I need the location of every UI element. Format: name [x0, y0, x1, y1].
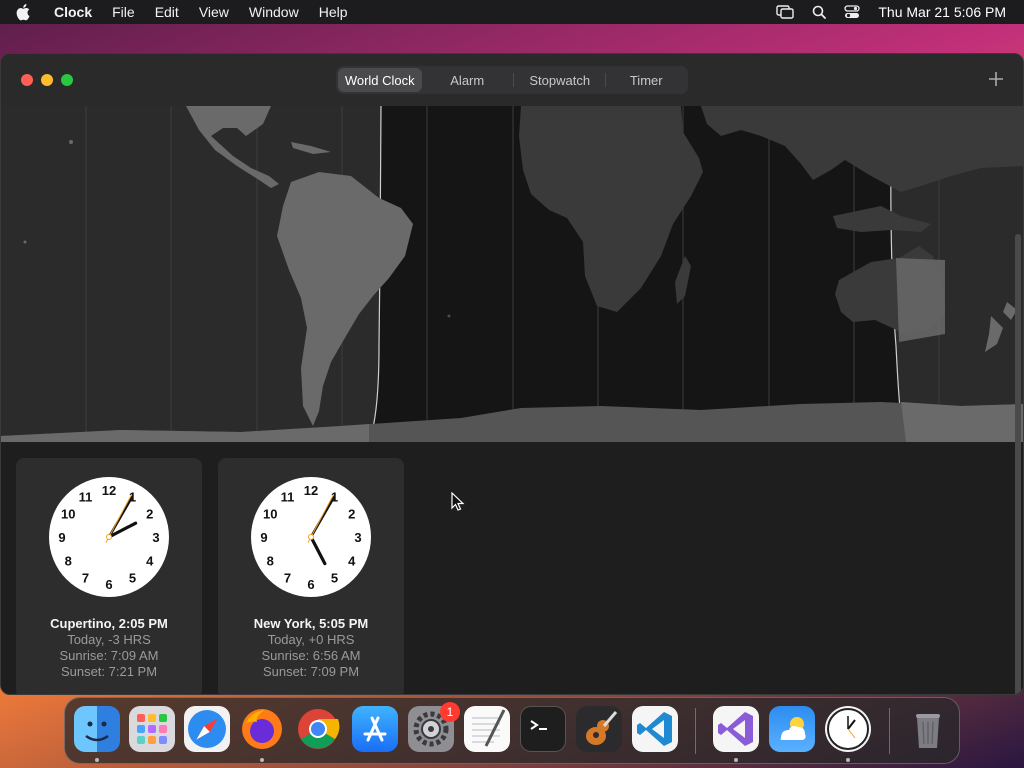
running-indicator: [95, 758, 99, 762]
menu-app-name[interactable]: Clock: [54, 4, 92, 20]
clock-sunset: Sunset: 7:21 PM: [60, 664, 158, 679]
clock-number: 9: [58, 530, 65, 545]
add-clock-button[interactable]: [987, 70, 1005, 88]
clock-number: 12: [304, 483, 318, 498]
clock-number: 8: [267, 554, 274, 569]
dock-separator: [889, 708, 890, 754]
dock: 1: [64, 697, 960, 764]
visual-studio-icon[interactable]: [713, 706, 759, 752]
clock-number: 3: [152, 530, 159, 545]
clock-number: 4: [348, 554, 356, 569]
clock-number: 11: [79, 489, 93, 504]
clock-center-pin: [106, 534, 112, 540]
minimize-button[interactable]: [41, 74, 53, 86]
tab-world-clock[interactable]: World Clock: [338, 68, 422, 92]
clock-number: 5: [331, 571, 338, 586]
running-indicator: [846, 758, 850, 762]
launchpad-icon[interactable]: [129, 706, 175, 752]
menu-window[interactable]: Window: [249, 4, 299, 20]
clock-number: 5: [129, 571, 136, 586]
tab-stopwatch[interactable]: Stopwatch: [514, 68, 605, 92]
app-store-icon[interactable]: [352, 706, 398, 752]
clock-center-pin: [308, 534, 314, 540]
running-indicator: [260, 758, 264, 762]
chrome-icon[interactable]: [295, 706, 341, 752]
title-bar: World Clock Alarm Stopwatch Timer: [1, 54, 1023, 106]
clock-number: 4: [146, 554, 154, 569]
menu-bar: Clock File Edit View Window Help Thu Mar…: [0, 0, 1024, 24]
clock-number: 11: [281, 489, 295, 504]
plus-icon: [989, 72, 1003, 86]
clock-number: 6: [307, 577, 314, 592]
menu-file[interactable]: File: [112, 4, 135, 20]
clock-number: 10: [263, 507, 277, 522]
clock-number: 8: [65, 554, 72, 569]
clock-number: 7: [284, 571, 291, 586]
clock-sunset: Sunset: 7:09 PM: [262, 664, 360, 679]
clock-number: 6: [105, 577, 112, 592]
firefox-icon[interactable]: [239, 706, 285, 752]
vscode-icon[interactable]: [632, 706, 678, 752]
menu-help[interactable]: Help: [319, 4, 348, 20]
textedit-icon[interactable]: [464, 706, 510, 752]
clock-card-new-york[interactable]: 121234567891011 New York, 5:05 PM Today,…: [218, 458, 404, 694]
clock-offset: Today, -3 HRS: [67, 632, 151, 647]
clock-window: World Clock Alarm Stopwatch Timer 12 2 3…: [0, 53, 1024, 695]
vertical-scrollbar[interactable]: [1015, 234, 1021, 694]
analog-clock-face: 121234567891011: [49, 477, 169, 597]
tab-alarm[interactable]: Alarm: [422, 68, 513, 92]
clock-sunrise: Sunrise: 7:09 AM: [59, 648, 159, 663]
trash-icon[interactable]: [905, 706, 951, 752]
clock-offset: Today, +0 HRS: [267, 632, 355, 647]
clock-number: 7: [82, 571, 89, 586]
search-icon[interactable]: [812, 5, 827, 19]
analog-clock-face: 121234567891011: [251, 477, 371, 597]
clock-sunrise: Sunrise: 6:56 AM: [261, 648, 361, 663]
clock-number: 2: [348, 507, 355, 522]
world-map-graphic: [1, 106, 1023, 442]
weather-icon[interactable]: [769, 706, 815, 752]
clock-city-time: New York, 5:05 PM: [253, 616, 369, 631]
safari-icon[interactable]: [184, 706, 230, 752]
clock-cards-area: 121234567891011 Cupertino, 2:05 PM Today…: [1, 442, 1023, 694]
mouse-cursor-icon: [451, 492, 465, 511]
notification-badge: 1: [440, 702, 460, 722]
tab-selector: World Clock Alarm Stopwatch Timer: [336, 66, 688, 94]
clock-app-icon[interactable]: [825, 706, 871, 752]
clock-number: 3: [354, 530, 361, 545]
menubar-datetime[interactable]: Thu Mar 21 5:06 PM: [878, 4, 1006, 20]
world-map: [1, 106, 1023, 442]
running-indicator: [734, 758, 738, 762]
clock-number: 12: [102, 483, 116, 498]
screen-mirroring-icon[interactable]: [776, 5, 795, 19]
menu-view[interactable]: View: [199, 4, 229, 20]
clock-number: 9: [260, 530, 267, 545]
menu-edit[interactable]: Edit: [155, 4, 179, 20]
terminal-icon[interactable]: [520, 706, 566, 752]
clock-number: 10: [61, 507, 75, 522]
garageband-icon[interactable]: [576, 706, 622, 752]
apple-menu-icon[interactable]: [16, 3, 36, 21]
clock-number: 2: [146, 507, 153, 522]
control-center-icon[interactable]: [844, 5, 861, 19]
tab-timer[interactable]: Timer: [606, 68, 686, 92]
dock-separator: [695, 708, 696, 754]
finder-icon[interactable]: [74, 706, 120, 752]
maximize-button[interactable]: [61, 74, 73, 86]
clock-card-cupertino[interactable]: 121234567891011 Cupertino, 2:05 PM Today…: [16, 458, 202, 694]
close-button[interactable]: [21, 74, 33, 86]
clock-city-time: Cupertino, 2:05 PM: [50, 616, 168, 631]
